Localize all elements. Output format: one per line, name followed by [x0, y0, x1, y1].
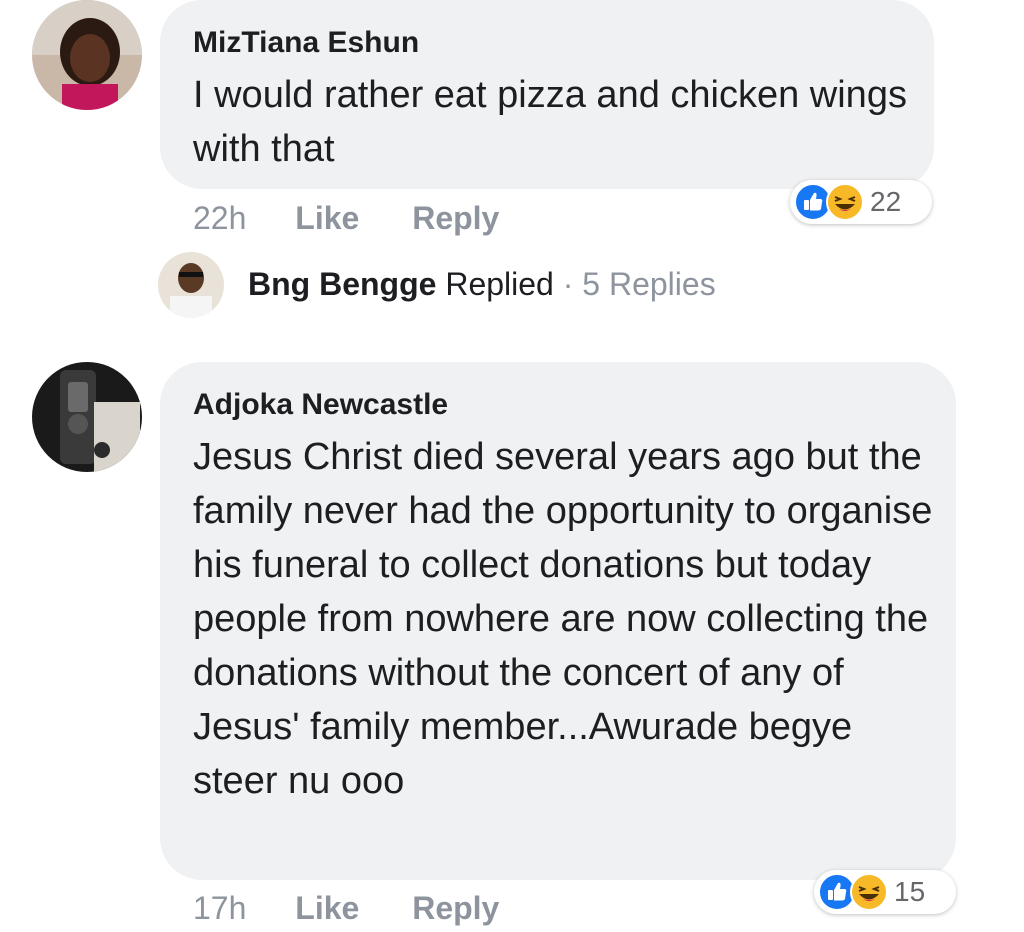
comment-text: I would rather eat pizza and chicken win… — [193, 74, 907, 170]
like-button[interactable]: Like — [295, 200, 359, 236]
comment-meta: 17h Like Reply — [193, 890, 499, 927]
reaction-count: 15 — [894, 876, 926, 907]
comment-meta: 22h Like Reply — [193, 200, 499, 237]
comment-text: Jesus Christ died several years ago but … — [193, 436, 933, 802]
replies-count-link[interactable]: 5 Replies — [582, 266, 715, 302]
separator-dot: · — [562, 266, 574, 302]
avatar-miztiana[interactable] — [32, 0, 142, 110]
comment-author[interactable]: MizTiana Eshun — [193, 26, 419, 60]
reaction-summary[interactable]: 22 — [790, 180, 932, 224]
laughing-face-icon — [850, 873, 888, 911]
laughing-face-icon — [826, 183, 864, 221]
reply-action: Replied — [445, 266, 554, 302]
comment-timestamp: 22h — [193, 200, 247, 236]
reaction-count: 22 — [870, 186, 902, 217]
comment-timestamp: 17h — [193, 890, 247, 926]
reply-button[interactable]: Reply — [412, 200, 499, 236]
reply-author[interactable]: Bng Bengge — [248, 266, 436, 302]
reaction-summary[interactable]: 15 — [814, 870, 956, 914]
like-button[interactable]: Like — [295, 890, 359, 926]
comment-author[interactable]: Adjoka Newcastle — [193, 388, 448, 422]
avatar-adjoka[interactable] — [32, 362, 142, 472]
reply-button[interactable]: Reply — [412, 890, 499, 926]
avatar-bng-bengge[interactable] — [158, 252, 224, 318]
reply-summary[interactable]: Bng Bengge Replied · 5 Replies — [248, 266, 716, 303]
